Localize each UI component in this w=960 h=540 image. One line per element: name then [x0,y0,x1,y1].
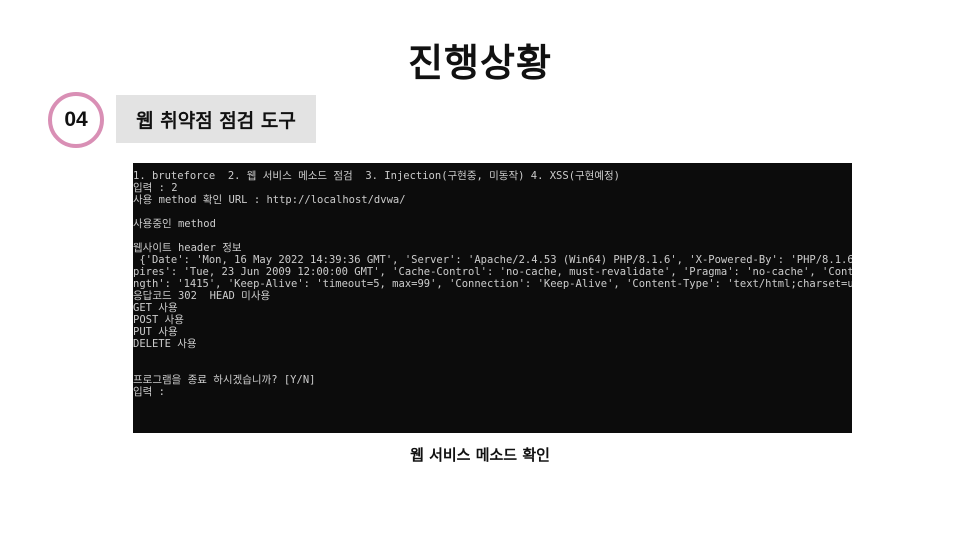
section-label: 웹 취약점 점검 도구 [116,95,316,143]
section-number: 04 [64,108,88,131]
terminal-line: DELETE 사용 [133,338,197,350]
terminal-line: 사용 method 확인 URL : http://localhost/dvwa… [133,194,406,206]
terminal-line: 응답코드 302 HEAD 미사용 [133,290,271,302]
terminal-screenshot: 1. bruteforce 2. 웹 서비스 메소드 점검 3. Injecti… [133,163,852,433]
terminal-line: 1. bruteforce 2. 웹 서비스 메소드 점검 3. Injecti… [133,170,620,182]
terminal-line: pires': 'Tue, 23 Jun 2009 12:00:00 GMT',… [133,266,852,278]
terminal-line: 사용중인 method [133,218,216,230]
terminal-line: PUT 사용 [133,326,178,338]
terminal-line: {'Date': 'Mon, 16 May 2022 14:39:36 GMT'… [133,254,852,266]
terminal-line: 웹사이트 header 정보 [133,242,242,254]
slide-title: 진행상황 [408,41,552,85]
terminal-line: 프로그램을 종료 하시겠습니까? [Y/N] [133,374,316,386]
terminal-line: 입력 : [133,386,165,398]
terminal-line: POST 사용 [133,314,184,326]
terminal-output: 1. bruteforce 2. 웹 서비스 메소드 점검 3. Injecti… [133,163,852,398]
terminal-line: ngth': '1415', 'Keep-Alive': 'timeout=5,… [133,278,852,290]
image-caption: 웹 서비스 메소드 확인 [410,446,550,464]
terminal-line: 입력 : 2 [133,182,178,194]
terminal-line: GET 사용 [133,302,178,314]
section-number-badge: 04 [48,92,104,148]
